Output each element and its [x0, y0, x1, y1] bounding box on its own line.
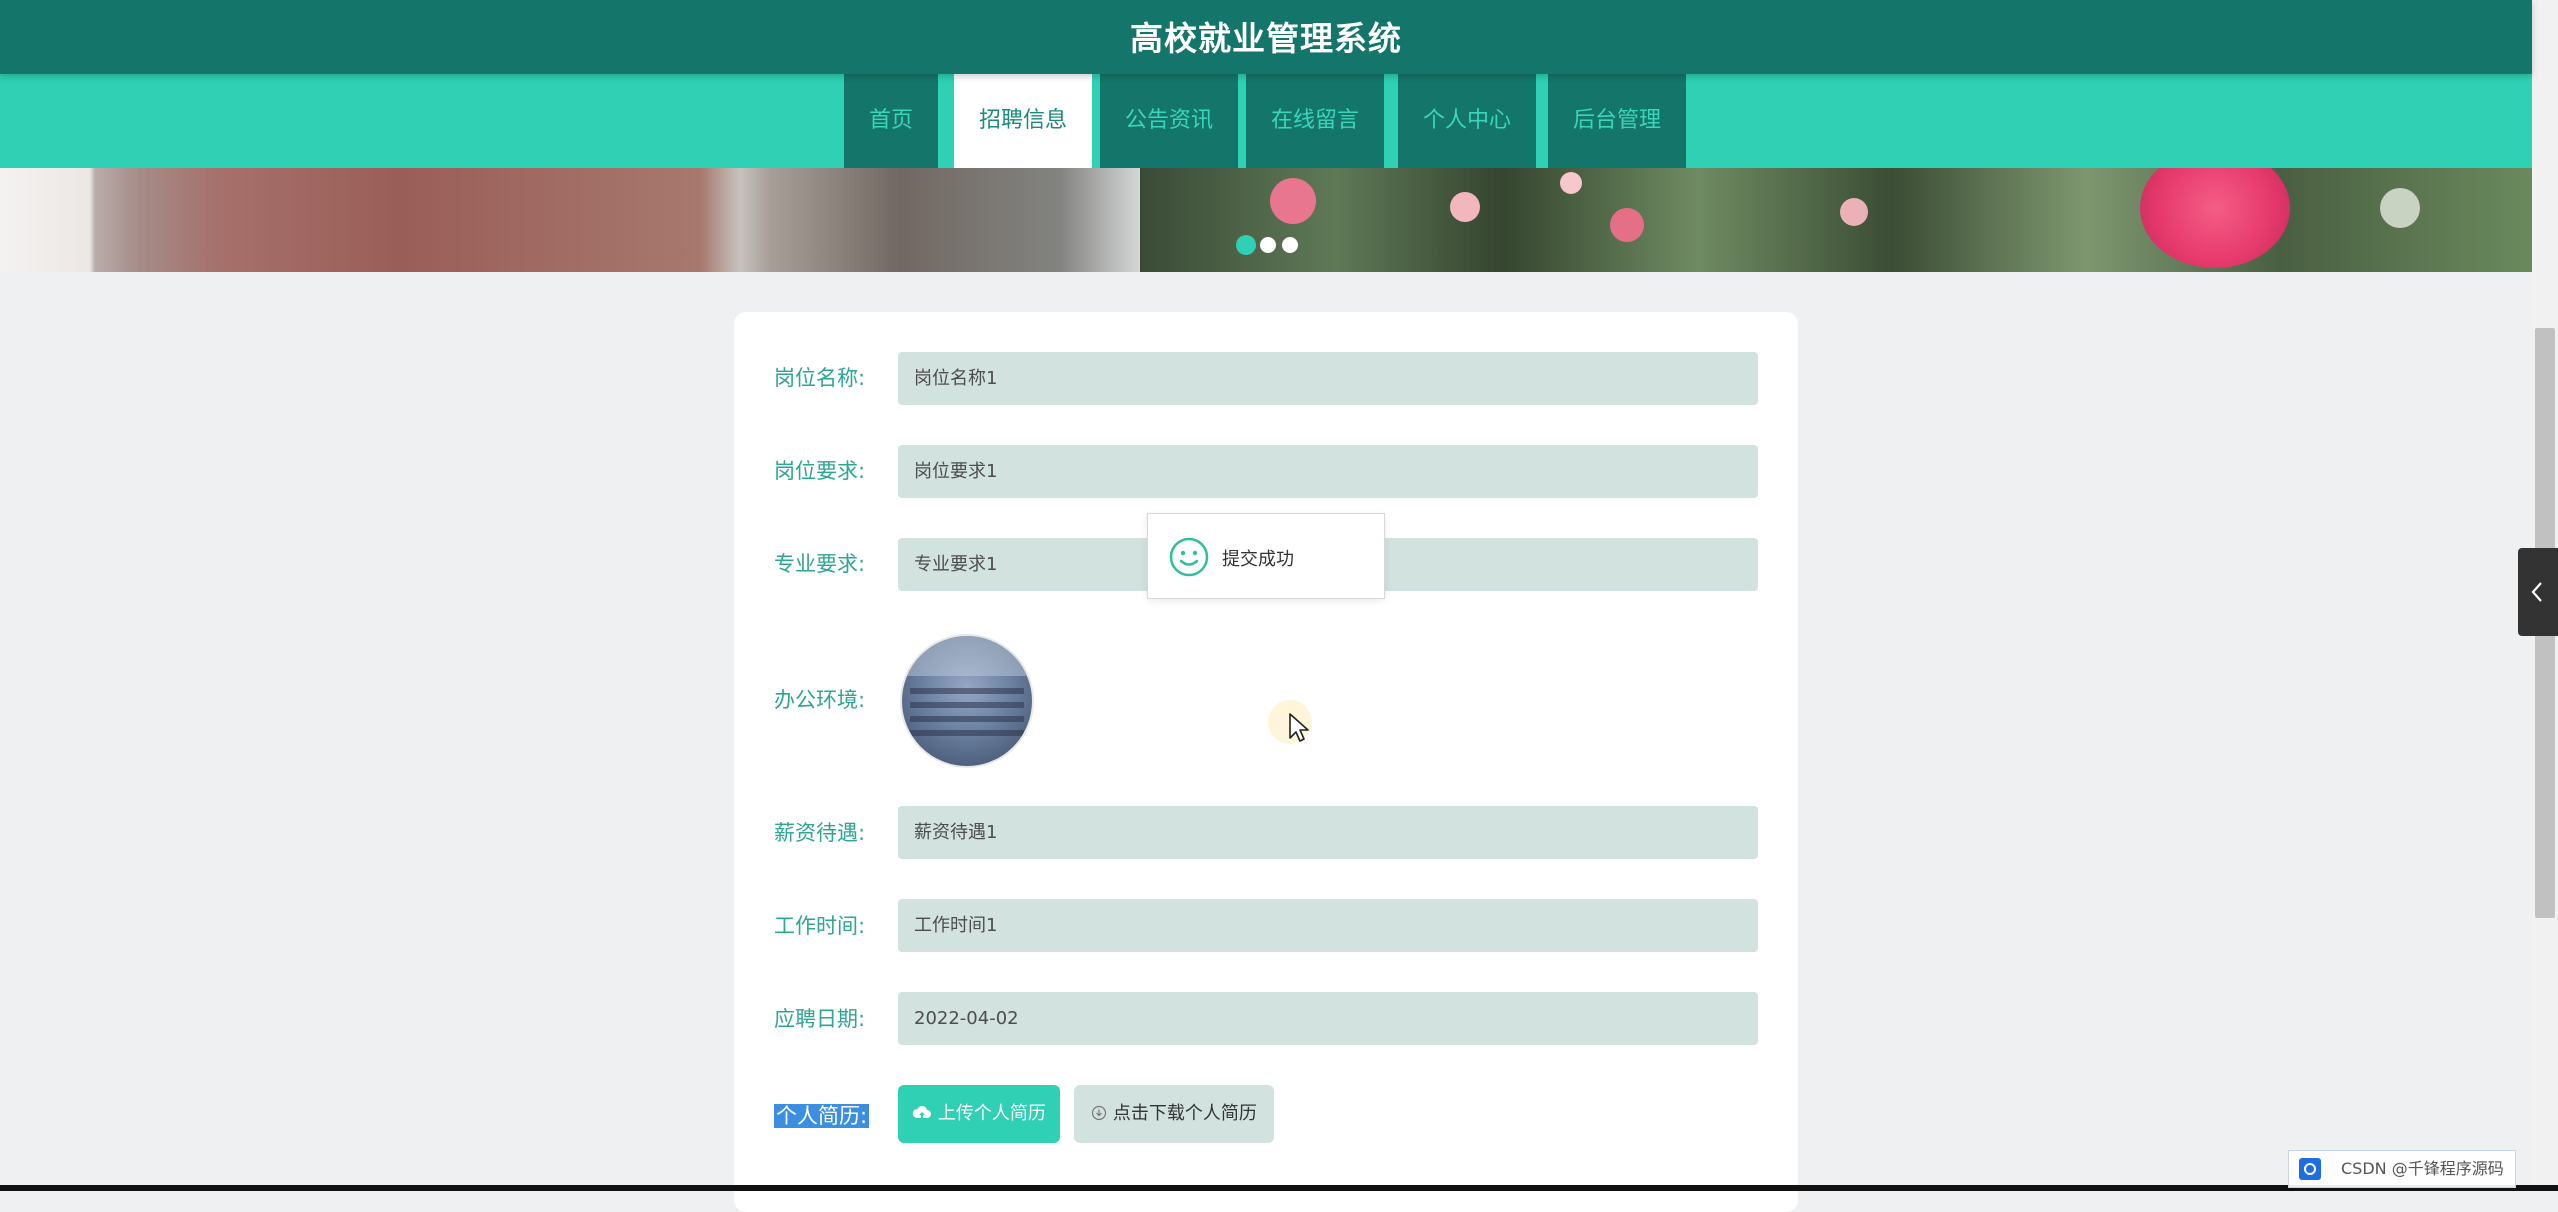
download-resume-label: 点击下载个人简历	[1112, 1103, 1257, 1124]
major-requirement-label: 专业要求:	[774, 552, 866, 576]
work-time-field[interactable]: 工作时间1	[898, 899, 1758, 952]
office-environment-photo[interactable]	[900, 634, 1034, 768]
salary-field[interactable]: 薪资待遇1	[898, 806, 1758, 859]
nav-item-announcements[interactable]: 公告资讯	[1100, 74, 1238, 168]
job-requirement-field[interactable]: 岗位要求1	[898, 445, 1758, 498]
cloud-upload-icon	[912, 1105, 932, 1118]
watermark-text: CSDN @千锋程序源码	[2341, 1159, 2504, 1178]
office-environment-label: 办公环境:	[774, 688, 866, 712]
resume-label-text: 个人简历:	[774, 1104, 870, 1128]
mouse-cursor-icon	[1289, 713, 1309, 742]
carousel-dot-2[interactable]	[1260, 237, 1276, 253]
carousel-dot-1[interactable]	[1236, 235, 1256, 255]
nav-item-home[interactable]: 首页	[844, 74, 938, 168]
apply-date-label: 应聘日期:	[774, 1007, 866, 1031]
carousel-dot-3[interactable]	[1282, 237, 1298, 253]
nav-item-admin[interactable]: 后台管理	[1548, 74, 1686, 168]
nav-item-personal-center[interactable]: 个人中心	[1398, 74, 1536, 168]
bottom-edge	[0, 1185, 2558, 1191]
smile-icon	[1169, 537, 1209, 577]
chevron-left-icon	[2531, 582, 2542, 602]
success-toast: 提交成功	[1147, 513, 1385, 599]
nav-item-recruitment[interactable]: 招聘信息	[954, 74, 1092, 168]
banner-building-image	[0, 168, 1140, 272]
watermark-overlay: CSDN @千锋程序源码	[2288, 1150, 2516, 1188]
download-icon	[1092, 1105, 1107, 1121]
job-requirement-label: 岗位要求:	[774, 459, 866, 483]
side-panel-toggle[interactable]	[2518, 548, 2558, 636]
download-resume-button[interactable]: 点击下载个人简历	[1074, 1085, 1274, 1143]
watermark-logo-icon	[2299, 1158, 2321, 1180]
site-header: 高校就业管理系统	[0, 0, 2532, 74]
banner-carousel[interactable]	[0, 168, 2532, 272]
nav-item-messages[interactable]: 在线留言	[1246, 74, 1384, 168]
main-nav: 首页 招聘信息 公告资讯 在线留言 个人中心 后台管理	[0, 74, 2532, 168]
job-name-field[interactable]: 岗位名称1	[898, 352, 1758, 405]
job-detail-form: 岗位名称: 岗位名称1 岗位要求: 岗位要求1 专业要求: 专业要求1 办公环境…	[734, 312, 1798, 1212]
salary-label: 薪资待遇:	[774, 821, 866, 845]
resume-label: 个人简历:	[774, 1100, 870, 1130]
upload-resume-button[interactable]: 上传个人简历	[898, 1085, 1060, 1143]
upload-resume-label: 上传个人简历	[937, 1103, 1046, 1124]
toast-message: 提交成功	[1222, 549, 1294, 570]
work-time-label: 工作时间:	[774, 914, 866, 938]
apply-date-field[interactable]: 2022-04-02	[898, 992, 1758, 1045]
banner-flower-image	[1140, 168, 2532, 272]
job-name-label: 岗位名称:	[774, 366, 866, 390]
site-title: 高校就业管理系统	[1130, 19, 1402, 58]
